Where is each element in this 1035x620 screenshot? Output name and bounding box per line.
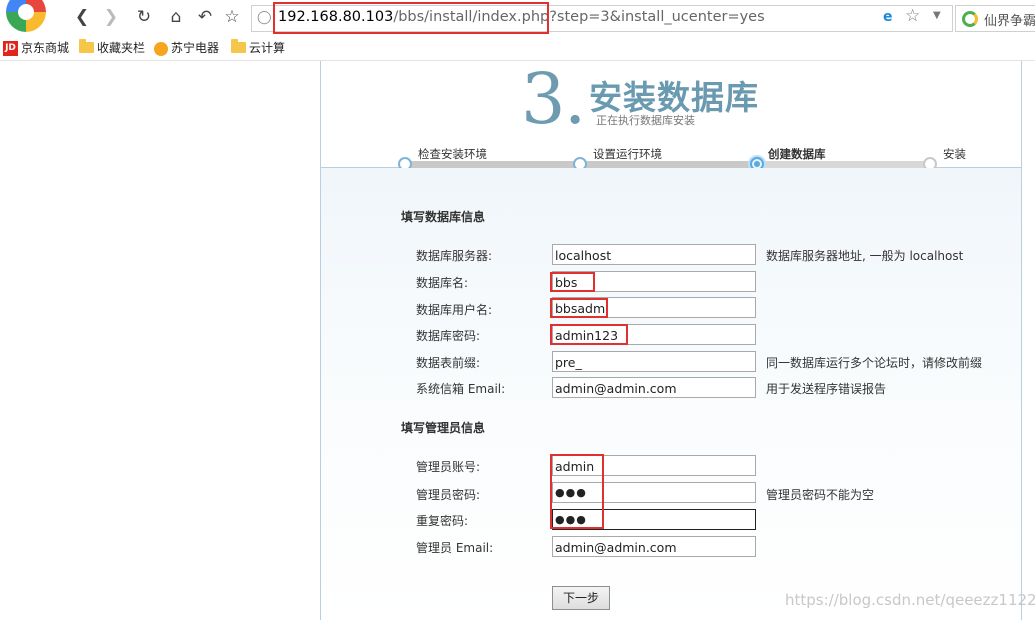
step-label-create-db: 创建数据库 — [768, 147, 826, 161]
browser-logo-icon — [6, 0, 46, 32]
step-label-set-env: 设置运行环境 — [593, 147, 662, 161]
chevron-down-icon[interactable]: ▼ — [933, 10, 941, 21]
db-prefix-label: 数据表前缀: — [416, 356, 481, 370]
steps-progress-track — [405, 161, 931, 168]
install-panel: 3 . 安装数据库 正在执行数据库安装 检查安装环境 设置运行环境 创建数据库 … — [320, 58, 1022, 620]
page-subtitle: 正在执行数据库安装 — [596, 114, 695, 127]
next-step-button[interactable]: 下一步 — [552, 586, 610, 610]
folder-icon — [231, 39, 246, 53]
admin-password-note: 管理员密码不能为空 — [766, 488, 875, 502]
repeat-password-label: 重复密码: — [416, 514, 469, 528]
db-server-note: 数据库服务器地址, 一般为 localhost — [766, 249, 964, 263]
favorite-star-icon[interactable]: ☆ — [905, 6, 920, 26]
folder-icon — [79, 39, 94, 53]
step-label-install: 安装 — [943, 147, 966, 161]
browser-toolbar: ❮ ❯ ↻ ⌂ ↶ ☆ ◯ 192.168.80.103/bbs/install… — [0, 0, 1035, 36]
forward-icon[interactable]: ❯ — [100, 6, 122, 28]
url-highlight-box — [273, 2, 549, 34]
bookmarks-bar: JD 京东商城 收藏夹栏 苏宁电器 云计算 — [0, 36, 1035, 61]
db-password-label: 数据库密码: — [416, 329, 481, 343]
install-form: 填写数据库信息 数据库服务器: localhost 数据库服务器地址, 一般为 … — [321, 168, 1021, 620]
admin-account-label: 管理员账号: — [416, 460, 481, 474]
shield-icon: ◯ — [257, 10, 272, 25]
step-label-check-env: 检查安装环境 — [418, 147, 487, 161]
db-prefix-input[interactable]: pre_ — [552, 351, 756, 372]
bookmark-jd[interactable]: JD 京东商城 — [3, 39, 69, 57]
star-icon[interactable]: ☆ — [221, 6, 243, 28]
db-name-label: 数据库名: — [416, 276, 469, 290]
search-box[interactable]: 仙界争霸 — [955, 5, 1035, 32]
db-section-title: 填写数据库信息 — [401, 210, 486, 224]
admin-email-label: 管理员 Email: — [416, 541, 494, 555]
refresh-icon[interactable]: ↻ — [133, 6, 155, 28]
bookmark-cloud[interactable]: 云计算 — [231, 39, 285, 57]
admin-credentials-highlight — [550, 454, 604, 529]
search-engine-icon — [962, 11, 978, 27]
step-number: 3 — [521, 58, 566, 140]
bookmark-suning[interactable]: 苏宁电器 — [154, 39, 219, 57]
db-prefix-note: 同一数据库运行多个论坛时，请修改前缀 — [766, 356, 983, 370]
db-user-highlight — [550, 298, 608, 318]
suning-icon — [154, 41, 168, 56]
install-header: 3 . 安装数据库 正在执行数据库安装 检查安装环境 设置运行环境 创建数据库 … — [321, 58, 1021, 171]
system-email-label: 系统信箱 Email: — [416, 382, 506, 396]
step-number-dot: . — [564, 58, 587, 140]
undo-icon[interactable]: ↶ — [194, 6, 216, 28]
home-icon[interactable]: ⌂ — [165, 6, 187, 28]
admin-password-label: 管理员密码: — [416, 488, 481, 502]
back-icon[interactable]: ❮ — [71, 6, 93, 28]
jd-icon: JD — [3, 41, 18, 56]
db-name-highlight — [550, 272, 595, 292]
db-server-input[interactable]: localhost — [552, 244, 756, 265]
watermark: https://blog.csdn.net/qeeezz11224 — [785, 591, 1035, 609]
ie-mode-icon[interactable]: e — [883, 9, 893, 25]
search-text: 仙界争霸 — [984, 14, 1035, 29]
admin-section-title: 填写管理员信息 — [401, 421, 486, 435]
db-server-label: 数据库服务器: — [416, 249, 493, 263]
db-user-label: 数据库用户名: — [416, 303, 493, 317]
bookmark-favorites[interactable]: 收藏夹栏 — [79, 39, 145, 57]
system-email-note: 用于发送程序错误报告 — [766, 382, 887, 396]
system-email-input[interactable]: admin@admin.com — [552, 377, 756, 398]
admin-email-input[interactable]: admin@admin.com — [552, 536, 756, 557]
db-password-highlight — [550, 324, 628, 345]
